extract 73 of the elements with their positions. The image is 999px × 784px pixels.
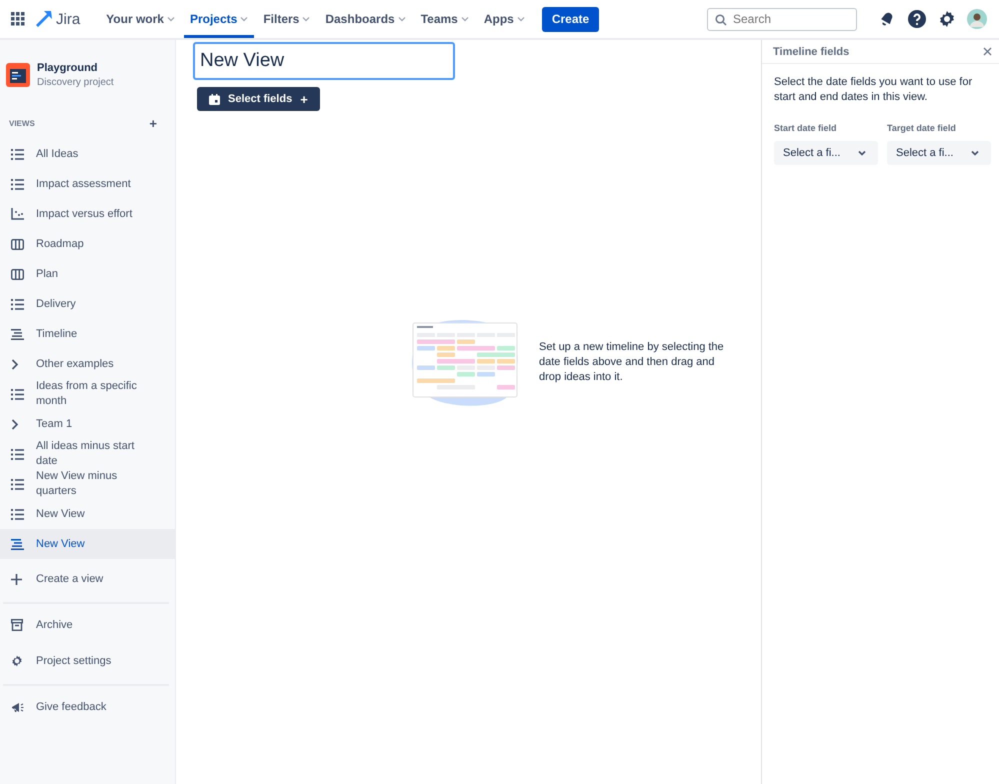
settings-icon[interactable] (938, 10, 956, 28)
plus-icon (11, 574, 22, 584)
view-item[interactable]: New View (0, 529, 175, 559)
search-field[interactable]: Search (707, 8, 857, 30)
chevron-down-icon (516, 16, 525, 22)
view-item[interactable]: Roadmap (0, 229, 175, 259)
view-name-field[interactable]: New View (193, 42, 455, 80)
select-fields-button[interactable]: Select fields + (197, 87, 320, 111)
nav-menu[interactable]: Apps (478, 0, 531, 38)
panel-description: Select the date fields you want to use for start and end dates in this view. (774, 75, 974, 105)
calendar-icon (209, 94, 220, 104)
chevron-down-icon (166, 16, 175, 22)
nav-menu[interactable]: Projects (184, 0, 254, 38)
list-icon (11, 148, 24, 160)
add-view-button[interactable]: + (149, 116, 157, 131)
project-icon (6, 63, 30, 87)
sidebar-link[interactable]: Archive (0, 610, 175, 640)
list-icon (11, 178, 24, 190)
view-item[interactable]: Timeline (0, 319, 175, 349)
sidebar-link[interactable]: Project settings (0, 646, 175, 676)
columns-icon (11, 238, 24, 250)
sidebar-link[interactable]: Give feedback (0, 692, 175, 722)
timeline-icon (11, 328, 24, 340)
chevron-down-icon (302, 16, 310, 22)
list-icon (11, 508, 24, 520)
views-heading: VIEWS (9, 119, 35, 128)
archive-icon (11, 619, 23, 631)
gear-icon (11, 655, 23, 667)
nav-menu[interactable]: Filters (257, 0, 316, 38)
view-item[interactable]: New View (0, 499, 175, 529)
view-item[interactable]: Delivery (0, 289, 175, 319)
list-icon (11, 448, 24, 460)
view-item[interactable]: All ideas minus start date (0, 439, 175, 469)
field-label: Start date field (774, 123, 838, 133)
timeline-icon (11, 538, 24, 550)
avatar-icon[interactable] (967, 9, 987, 29)
app-switcher-icon[interactable] (11, 12, 25, 26)
view-item[interactable]: Plan (0, 259, 175, 289)
project-name: Playground (37, 62, 99, 74)
view-item[interactable]: Ideas from a specific month (0, 379, 175, 409)
view-item[interactable]: Impact assessment (0, 169, 175, 199)
panel-title: Timeline fields (773, 46, 850, 58)
chevron-right-icon (11, 358, 19, 370)
chevron-down-icon (398, 16, 406, 22)
chevron-right-icon (11, 418, 19, 430)
chevron-down-icon (460, 16, 469, 22)
empty-state-text: Set up a new timeline by selecting the date fields above and then drag and drop ideas into it. (539, 340, 725, 384)
megaphone-icon (11, 702, 24, 712)
view-item[interactable]: All Ideas (0, 139, 175, 169)
nav-menu[interactable]: Dashboards (319, 0, 412, 38)
view-item[interactable]: New View minus quarters (0, 469, 175, 499)
nav-menu[interactable]: Your work (100, 0, 181, 38)
chevron-down-icon (240, 16, 248, 22)
project-type: Discovery project (37, 77, 114, 88)
chevron-down-icon (971, 150, 979, 156)
list-icon (11, 298, 24, 310)
create-button[interactable]: Create (542, 6, 600, 32)
field-dropdown[interactable]: Select a fi... (887, 141, 991, 165)
columns-icon (11, 268, 24, 280)
list-icon (11, 478, 24, 490)
view-item[interactable]: Impact versus effort (0, 199, 175, 229)
create-view-link[interactable]: Create a view (0, 564, 175, 594)
close-icon[interactable] (983, 47, 992, 56)
field-label: Target date field (887, 123, 957, 133)
view-item[interactable]: Other examples (0, 349, 175, 379)
help-icon[interactable] (907, 9, 927, 29)
jira-logo[interactable]: Jira (35, 10, 80, 28)
chevron-down-icon (858, 150, 866, 156)
scatter-plot-icon (11, 208, 24, 220)
field-dropdown[interactable]: Select a fi... (774, 141, 878, 165)
view-item[interactable]: Team 1 (0, 409, 175, 439)
list-icon (11, 388, 24, 400)
nav-menu[interactable]: Teams (414, 0, 475, 38)
